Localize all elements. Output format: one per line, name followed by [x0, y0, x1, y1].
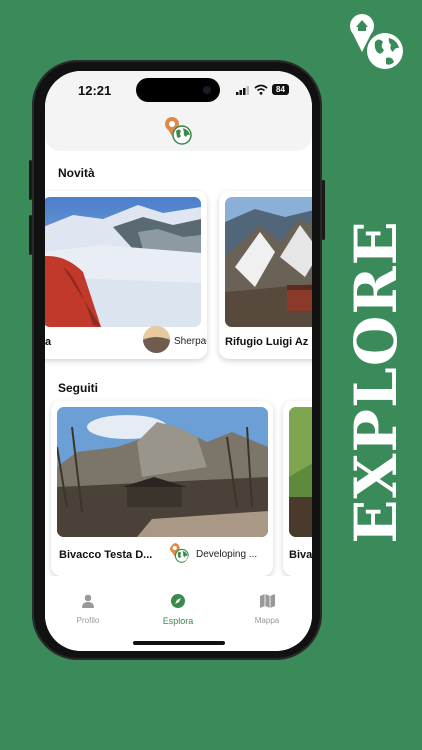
followed-route-card[interactable]: Bivacco Testa D... Developing ...	[51, 401, 273, 576]
followed-route-card[interactable]: Biva	[283, 401, 312, 576]
tab-esplora[interactable]: Esplora	[148, 594, 208, 626]
tab-bar: Profilo Esplora Mappa	[45, 576, 312, 651]
status-bar: 12:21 84	[45, 71, 312, 111]
route-photo	[45, 197, 201, 327]
compass-icon	[171, 594, 185, 608]
section-title-followed: Seguiti	[58, 381, 99, 395]
new-route-card[interactable]: Rifugio Luigi Az	[219, 191, 312, 359]
new-route-card[interactable]: a SherpaGeo	[45, 191, 207, 359]
home-indicator[interactable]	[133, 641, 225, 645]
route-photo	[289, 407, 312, 537]
battery-icon: 84	[272, 84, 289, 95]
signal-icon	[236, 86, 249, 95]
card-title: Rifugio Luigi Az	[225, 336, 309, 348]
route-photo	[225, 197, 312, 327]
phone-volume-button	[29, 215, 32, 255]
avatar	[169, 543, 189, 563]
avatar	[143, 326, 170, 353]
dynamic-island	[136, 78, 220, 102]
phone-side-button	[322, 180, 325, 240]
card-title: Biva	[289, 549, 312, 561]
route-photo	[57, 407, 268, 537]
card-author: SherpaGeo	[174, 336, 207, 347]
app-screen: 12:21 84 Novità a Sherpa Rifugio Luigi A…	[45, 71, 312, 651]
map-icon	[259, 594, 275, 608]
card-author: Developing ...	[196, 549, 258, 560]
phone-volume-button	[29, 160, 32, 200]
brand-logo-icon	[350, 14, 403, 69]
person-icon	[82, 594, 94, 608]
section-title-new: Novità	[58, 166, 95, 180]
tab-mappa[interactable]: Mappa	[237, 594, 297, 625]
tab-label: Profilo	[76, 616, 100, 625]
tab-label: Esplora	[162, 616, 194, 626]
tab-label: Mappa	[254, 616, 280, 625]
tab-profilo[interactable]: Profilo	[58, 594, 118, 625]
card-title: Bivacco Testa D...	[59, 549, 153, 561]
card-title: a	[45, 336, 52, 348]
explore-promo-text: EXPLORE	[342, 220, 410, 544]
status-time: 12:21	[78, 83, 112, 98]
wifi-icon	[254, 84, 268, 95]
app-logo-icon	[165, 117, 192, 145]
